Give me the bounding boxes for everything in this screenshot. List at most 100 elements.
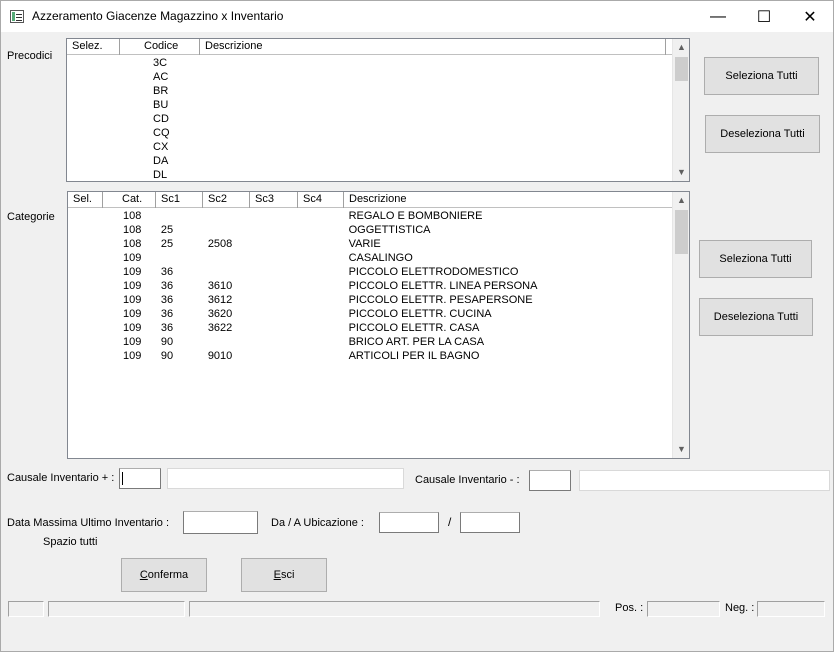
- ubicazione-label: Da / A Ubicazione :: [271, 517, 364, 529]
- cell-codice: DA: [153, 155, 169, 167]
- cell-sc3: [250, 321, 298, 335]
- table-row[interactable]: 108 REGALO E BOMBONIERE: [68, 209, 672, 223]
- cell-sc4: [298, 307, 344, 321]
- table-row[interactable]: 109 CASALINGO: [68, 251, 672, 265]
- column-header-sc1[interactable]: Sc1: [156, 192, 203, 208]
- causale-minus-description: [579, 470, 830, 491]
- table-row[interactable]: 109 36 3620 PICCOLO ELETTR. CUCINA: [68, 307, 672, 321]
- cell-sc2: 3620: [207, 308, 233, 320]
- list-item[interactable]: DL: [67, 168, 672, 181]
- column-header-cat[interactable]: Cat.: [103, 192, 156, 208]
- causale-minus-code-input[interactable]: [529, 470, 571, 491]
- cell-sc3: [250, 251, 298, 265]
- categorie-scrollbar[interactable]: ▲ ▼: [672, 192, 689, 458]
- cell-descr: [200, 168, 666, 181]
- cell-cat: 109: [122, 266, 142, 278]
- cell-codice: DL: [153, 169, 168, 181]
- categorie-deselect-all-button[interactable]: Deseleziona Tutti: [699, 298, 813, 336]
- data-massima-input[interactable]: [183, 511, 258, 534]
- scroll-thumb[interactable]: [675, 210, 688, 254]
- list-item[interactable]: AC: [67, 70, 672, 84]
- cell-descrizione: PICCOLO ELETTR. PESAPERSONE: [348, 294, 533, 306]
- column-header-sc2[interactable]: Sc2: [203, 192, 250, 208]
- cell-cat: 108: [122, 224, 142, 236]
- table-row[interactable]: 109 90 9010 ARTICOLI PER IL BAGNO: [68, 349, 672, 363]
- cell-sc2: 9010: [207, 350, 233, 362]
- column-header-codice[interactable]: Codice: [120, 39, 200, 55]
- column-header-descrizione[interactable]: Descrizione: [200, 39, 666, 55]
- cell-sel: [68, 209, 103, 223]
- cell-descr: [200, 140, 666, 154]
- data-massima-label: Data Massima Ultimo Inventario :: [7, 517, 169, 529]
- list-item[interactable]: BU: [67, 98, 672, 112]
- list-item[interactable]: DA: [67, 154, 672, 168]
- scroll-up-icon[interactable]: ▲: [673, 39, 689, 56]
- precodici-scrollbar[interactable]: ▲ ▼: [672, 39, 689, 181]
- table-row[interactable]: 109 36 3622 PICCOLO ELETTR. CASA: [68, 321, 672, 335]
- causale-plus-code-input[interactable]: [119, 468, 161, 489]
- cell-cat: 108: [122, 210, 142, 222]
- cell-cat: 109: [122, 322, 142, 334]
- esci-label: sci: [280, 569, 295, 581]
- categorie-rows: 108 REGALO E BOMBONIERE 108 25 OGGETTISTICA 1…: [68, 209, 672, 458]
- cell-sc4: [298, 279, 344, 293]
- scroll-thumb[interactable]: [675, 57, 688, 81]
- cell-cat: 109: [122, 336, 142, 348]
- categorie-label: Categorie: [7, 211, 55, 223]
- list-item[interactable]: BR: [67, 84, 672, 98]
- table-row[interactable]: 108 25 OGGETTISTICA: [68, 223, 672, 237]
- scroll-up-icon[interactable]: ▲: [673, 192, 689, 209]
- cell-sc4: [298, 265, 344, 279]
- causale-minus-label: Causale Inventario - :: [415, 474, 520, 486]
- column-header-sel[interactable]: Sel.: [68, 192, 103, 208]
- categorie-select-all-button[interactable]: Seleziona Tutti: [699, 240, 812, 278]
- cell-cat: 109: [122, 280, 142, 292]
- categorie-list[interactable]: Sel. Cat. Sc1 Sc2 Sc3 Sc4 Descrizione 10…: [67, 191, 690, 459]
- cell-sel: [68, 321, 103, 335]
- cell-sc3: [250, 335, 298, 349]
- table-row[interactable]: 109 90 BRICO ART. PER LA CASA: [68, 335, 672, 349]
- cell-sel: [68, 279, 103, 293]
- scroll-down-icon[interactable]: ▼: [673, 164, 689, 181]
- cell-codice: 3C: [153, 57, 168, 69]
- minimize-button[interactable]: —: [695, 1, 741, 32]
- table-row[interactable]: 108 25 2508 VARIE: [68, 237, 672, 251]
- precodici-select-all-button[interactable]: Seleziona Tutti: [704, 57, 819, 95]
- maximize-button[interactable]: ☐: [741, 1, 787, 32]
- cell-cat: 109: [122, 294, 142, 306]
- list-item[interactable]: CX: [67, 140, 672, 154]
- list-item[interactable]: CD: [67, 112, 672, 126]
- column-header-sc4[interactable]: Sc4: [298, 192, 344, 208]
- cell-codice: BR: [153, 85, 169, 97]
- cell-descr: [200, 70, 666, 84]
- ubicazione-da-input[interactable]: [379, 512, 439, 533]
- column-header-sc3[interactable]: Sc3: [250, 192, 298, 208]
- causale-plus-label: Causale Inventario + :: [7, 472, 115, 484]
- categorie-header: Sel. Cat. Sc1 Sc2 Sc3 Sc4 Descrizione: [68, 192, 673, 208]
- precodici-deselect-all-button[interactable]: Deseleziona Tutti: [705, 115, 820, 153]
- conferma-button[interactable]: Conferma: [121, 558, 207, 592]
- table-row[interactable]: 109 36 PICCOLO ELETTRODOMESTICO: [68, 265, 672, 279]
- cell-descrizione: PICCOLO ELETTR. LINEA PERSONA: [348, 280, 538, 292]
- close-button[interactable]: ✕: [787, 1, 833, 32]
- cell-sc1: [156, 209, 203, 223]
- list-item[interactable]: 3C: [67, 56, 672, 70]
- table-row[interactable]: 109 36 3612 PICCOLO ELETTR. PESAPERSONE: [68, 293, 672, 307]
- cell-sc1: 90: [160, 336, 174, 348]
- ubicazione-a-input[interactable]: [460, 512, 520, 533]
- cell-sc1: 36: [160, 280, 174, 292]
- precodici-list[interactable]: Selez. Codice Descrizione 3C AC BR BU CD CQ CX…: [66, 38, 690, 182]
- column-header-descrizione[interactable]: Descrizione: [344, 192, 673, 208]
- column-header-selez[interactable]: Selez.: [67, 39, 120, 55]
- cell-descrizione: PICCOLO ELETTRODOMESTICO: [348, 266, 519, 278]
- cell-sc3: [250, 349, 298, 363]
- cell-descr: [200, 56, 666, 70]
- cell-sc1: 25: [160, 238, 174, 250]
- cell-cat: 109: [122, 350, 142, 362]
- cell-sc1: 90: [160, 350, 174, 362]
- scroll-down-icon[interactable]: ▼: [673, 441, 689, 458]
- app-window: Azzeramento Giacenze Magazzino x Inventa…: [0, 0, 834, 652]
- table-row[interactable]: 109 36 3610 PICCOLO ELETTR. LINEA PERSONA: [68, 279, 672, 293]
- esci-button[interactable]: Esci: [241, 558, 327, 592]
- list-item[interactable]: CQ: [67, 126, 672, 140]
